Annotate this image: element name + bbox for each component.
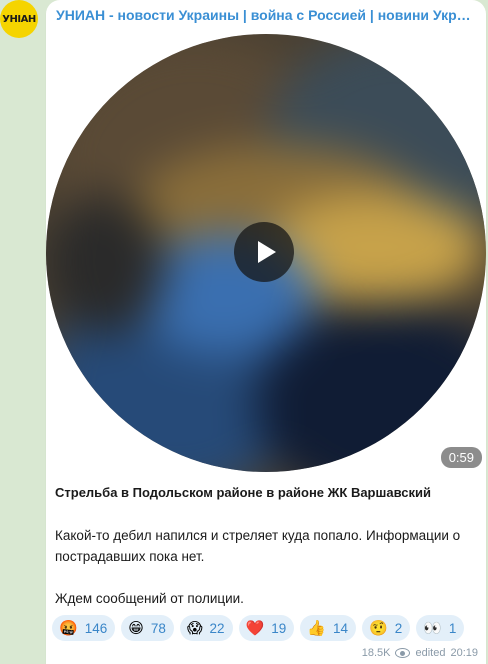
screaming-face-icon: 😱 bbox=[186, 619, 203, 637]
reaction-count: 14 bbox=[332, 620, 348, 636]
reaction-heart[interactable]: ❤️ 19 bbox=[238, 615, 295, 641]
post-body: Какой-то дебил напился и стреляет куда п… bbox=[55, 525, 475, 609]
play-icon bbox=[257, 241, 276, 263]
reaction-count: 19 bbox=[271, 620, 287, 636]
avatar-logo-text: УНІАН bbox=[2, 13, 36, 25]
reaction-eyes[interactable]: 👀 1 bbox=[416, 615, 465, 641]
thumbs-up-icon: 👍 bbox=[307, 619, 326, 637]
message-time: 20:19 bbox=[450, 647, 478, 659]
video-message[interactable]: 0:59 bbox=[46, 34, 486, 472]
message-meta: 18.5K edited 20:19 bbox=[362, 647, 478, 659]
message-bubble: УНИАН - новости Украины | война с Россие… bbox=[46, 0, 486, 664]
reactions-bar: 🤬 146 😁 78 😱 22 ❤️ 19 👍 14 🤨 2 👀 1 bbox=[52, 615, 465, 641]
reaction-count: 78 bbox=[150, 620, 166, 636]
channel-name-link[interactable]: УНИАН - новости Украины | война с Россие… bbox=[56, 7, 476, 23]
video-preview[interactable] bbox=[46, 34, 486, 472]
heart-icon: ❤️ bbox=[245, 619, 265, 637]
post-title: Стрельба в Подольском районе в районе ЖК… bbox=[55, 485, 431, 500]
view-count: 18.5K bbox=[361, 647, 391, 659]
reaction-count: 146 bbox=[84, 620, 108, 636]
reaction-count: 22 bbox=[209, 620, 225, 636]
edited-label: edited bbox=[415, 647, 446, 659]
video-duration: 0:59 bbox=[440, 447, 482, 468]
reaction-grin[interactable]: 😁 78 bbox=[121, 615, 174, 641]
reaction-thumbs-up[interactable]: 👍 14 bbox=[300, 615, 356, 641]
play-button[interactable] bbox=[234, 222, 294, 282]
raised-eyebrow-face-icon: 🤨 bbox=[369, 619, 388, 637]
angry-face-icon: 🤬 bbox=[59, 619, 78, 637]
grinning-face-icon: 😁 bbox=[128, 619, 144, 637]
post-paragraph: Ждем сообщений от полиции. bbox=[55, 591, 244, 606]
reaction-angry[interactable]: 🤬 146 bbox=[52, 615, 116, 641]
reaction-count: 1 bbox=[448, 620, 457, 636]
channel-avatar[interactable]: УНІАН bbox=[0, 0, 38, 38]
eye-icon bbox=[395, 648, 411, 658]
eyes-icon: 👀 bbox=[423, 619, 442, 637]
reaction-count: 2 bbox=[394, 620, 403, 636]
reaction-raised-eyebrow[interactable]: 🤨 2 bbox=[362, 615, 411, 641]
post-paragraph: Какой-то дебил напился и стреляет куда п… bbox=[55, 528, 461, 564]
reaction-scream[interactable]: 😱 22 bbox=[179, 615, 233, 641]
